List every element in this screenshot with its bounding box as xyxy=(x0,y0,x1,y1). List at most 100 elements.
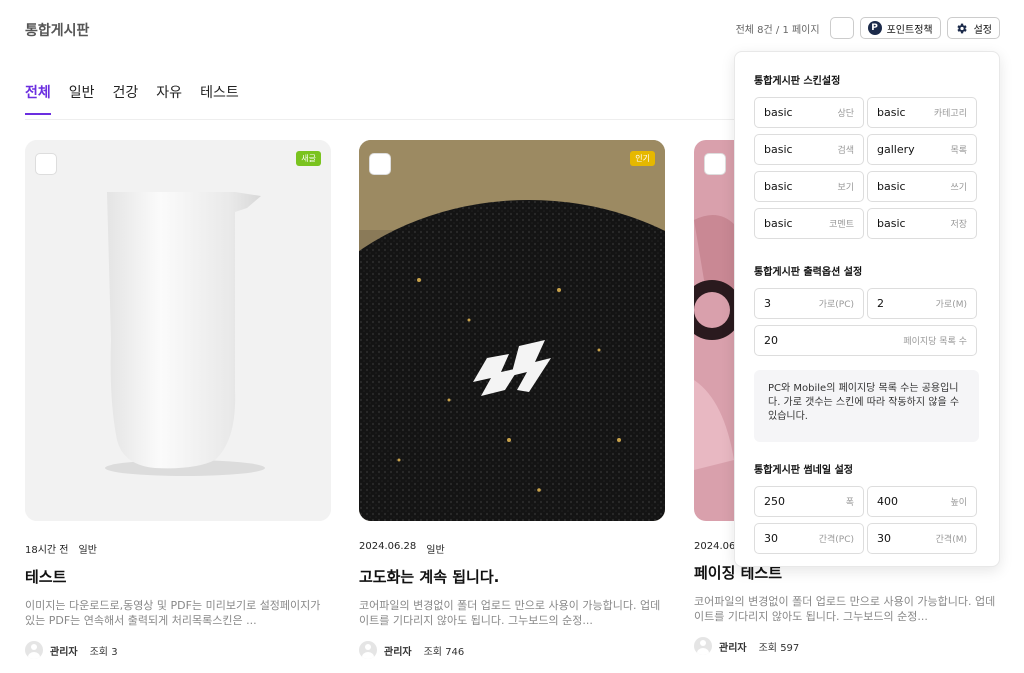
field-label: 코멘트 xyxy=(829,220,854,230)
post-checkbox[interactable] xyxy=(369,153,391,175)
settings-button[interactable]: 설정 xyxy=(946,17,1000,39)
field-value: 3 xyxy=(764,297,771,310)
point-icon: P xyxy=(867,21,882,35)
tab-free[interactable]: 자유 xyxy=(156,82,182,115)
post-excerpt: 코어파일의 변경없이 폴더 업로드 만으로 사용이 가능합니다. 업데이트를 기… xyxy=(359,599,661,627)
board-title: 통합게시판 xyxy=(25,23,90,39)
avatar xyxy=(359,641,377,659)
post-title[interactable]: 고도화는 계속 됩니다. xyxy=(359,566,665,587)
tab-health[interactable]: 건강 xyxy=(113,82,139,115)
skin-comment-field[interactable]: basic 코멘트 xyxy=(754,208,864,239)
white-pitcher-image xyxy=(25,140,331,521)
field-label: 가로(M) xyxy=(935,300,967,310)
post-category: 일반 xyxy=(426,545,445,556)
field-label: 폭 xyxy=(845,498,854,508)
post-meta: 2024.06.28 일반 xyxy=(359,541,665,556)
field-label: 간격(PC) xyxy=(818,535,854,545)
skin-list-field[interactable]: gallery 목록 xyxy=(867,134,977,165)
skin-settings-panel: 통합게시판 스킨설정 basic 상단 basic 카테고리 basic 검색 … xyxy=(734,51,1000,567)
post-thumbnail[interactable]: 인기 xyxy=(359,140,665,521)
tab-all[interactable]: 전체 xyxy=(25,82,51,115)
field-value: 400 xyxy=(877,495,898,508)
post-count: 전체 8건 / 1 페이지 xyxy=(735,24,820,36)
tab-test[interactable]: 테스트 xyxy=(200,82,239,115)
post-card[interactable]: 새글 18시간 전 일반 테스트 이미지는 다운로드로,동영상 및 PDF는 미… xyxy=(25,140,331,659)
thumb-width-field[interactable]: 250 폭 xyxy=(754,486,864,517)
skin-view-field[interactable]: basic 보기 xyxy=(754,171,864,202)
post-author: 관리자 조회 746 xyxy=(359,641,665,659)
field-value: basic xyxy=(764,106,793,119)
post-date: 2024.06 xyxy=(694,541,736,552)
author-name: 관리자 xyxy=(384,646,412,658)
post-checkbox[interactable] xyxy=(704,153,726,175)
author-name: 관리자 xyxy=(719,642,747,654)
board-toolbar: 전체 8건 / 1 페이지 P 포인트정책 설정 xyxy=(736,17,1000,39)
popular-badge: 인기 xyxy=(630,151,655,166)
skin-settings-title: 통합게시판 스킨설정 xyxy=(754,76,841,87)
point-policy-label: 포인트정책 xyxy=(886,24,933,36)
post-excerpt: 코어파일의 변경없이 폴더 업로드 만으로 사용이 가능합니다. 업데이트를 기… xyxy=(694,595,996,623)
field-value: basic xyxy=(877,180,906,193)
field-value: 30 xyxy=(764,532,778,545)
field-value: 2 xyxy=(877,297,884,310)
field-label: 쓰기 xyxy=(950,183,967,193)
point-policy-button[interactable]: P 포인트정책 xyxy=(859,17,941,39)
author-name: 관리자 xyxy=(50,646,78,658)
field-label: 저장 xyxy=(950,220,967,230)
select-all-checkbox[interactable] xyxy=(829,17,854,39)
post-author: 관리자 조회 3 xyxy=(25,641,331,659)
post-title[interactable]: 테스트 xyxy=(25,566,331,587)
field-label: 검색 xyxy=(837,146,854,156)
field-label: 보기 xyxy=(837,183,854,193)
output-settings-title: 통합게시판 출력옵션 설정 xyxy=(754,267,863,278)
thumbnail-settings-title: 통합게시판 썸네일 설정 xyxy=(754,465,853,476)
field-label: 목록 xyxy=(950,146,967,156)
field-value: gallery xyxy=(877,143,915,156)
field-value: basic xyxy=(764,217,793,230)
field-value: basic xyxy=(877,106,906,119)
post-time: 18시간 전 xyxy=(25,545,69,556)
thumb-gap-mobile-field[interactable]: 30 간격(M) xyxy=(867,523,977,554)
field-value: 20 xyxy=(764,334,778,347)
skin-write-field[interactable]: basic 쓰기 xyxy=(867,171,977,202)
settings-label: 설정 xyxy=(973,24,992,36)
field-value: 250 xyxy=(764,495,785,508)
post-excerpt: 이미지는 다운로드로,동영상 및 PDF는 미리보기로 설정페이지가 있는 PD… xyxy=(25,599,321,627)
field-value: basic xyxy=(764,143,793,156)
post-date: 2024.06.28 xyxy=(359,541,417,552)
post-category: 일반 xyxy=(78,545,97,556)
avatar xyxy=(25,641,43,659)
field-label: 페이지당 목록 수 xyxy=(903,337,967,347)
field-value: basic xyxy=(877,217,906,230)
view-count: 조회 3 xyxy=(89,646,118,658)
field-value: 30 xyxy=(877,532,891,545)
field-label: 간격(M) xyxy=(935,535,967,545)
thumb-height-field[interactable]: 400 높이 xyxy=(867,486,977,517)
post-card[interactable]: 인기 2024.06.28 일반 고도화는 계속 됩니다. 코어파일의 변경없이… xyxy=(359,140,665,659)
post-checkbox[interactable] xyxy=(35,153,57,175)
gear-icon xyxy=(955,21,969,35)
skin-save-field[interactable]: basic 저장 xyxy=(867,208,977,239)
items-per-page-field[interactable]: 20 페이지당 목록 수 xyxy=(754,325,977,356)
field-value: basic xyxy=(764,180,793,193)
post-meta: 18시간 전 일반 xyxy=(25,541,331,556)
field-label: 가로(PC) xyxy=(818,300,854,310)
columns-mobile-field[interactable]: 2 가로(M) xyxy=(867,288,977,319)
field-label: 카테고리 xyxy=(933,109,967,119)
view-count: 조회 746 xyxy=(423,646,465,658)
skin-header-field[interactable]: basic 상단 xyxy=(754,97,864,128)
fabric-logo-image xyxy=(359,140,665,521)
post-thumbnail[interactable]: 새글 xyxy=(25,140,331,521)
category-tabs: 전체 일반 건강 자유 테스트 xyxy=(25,82,239,115)
skin-category-field[interactable]: basic 카테고리 xyxy=(867,97,977,128)
new-badge: 새글 xyxy=(296,151,321,166)
thumb-gap-pc-field[interactable]: 30 간격(PC) xyxy=(754,523,864,554)
output-note: PC와 Mobile의 페이지당 목록 수는 공용입니다. 가로 갯수는 스킨에… xyxy=(754,370,979,442)
columns-pc-field[interactable]: 3 가로(PC) xyxy=(754,288,864,319)
post-author: 관리자 조회 597 xyxy=(694,637,1000,655)
skin-search-field[interactable]: basic 검색 xyxy=(754,134,864,165)
field-label: 상단 xyxy=(837,109,854,119)
tab-general[interactable]: 일반 xyxy=(69,82,95,115)
avatar xyxy=(694,637,712,655)
field-label: 높이 xyxy=(950,498,967,508)
